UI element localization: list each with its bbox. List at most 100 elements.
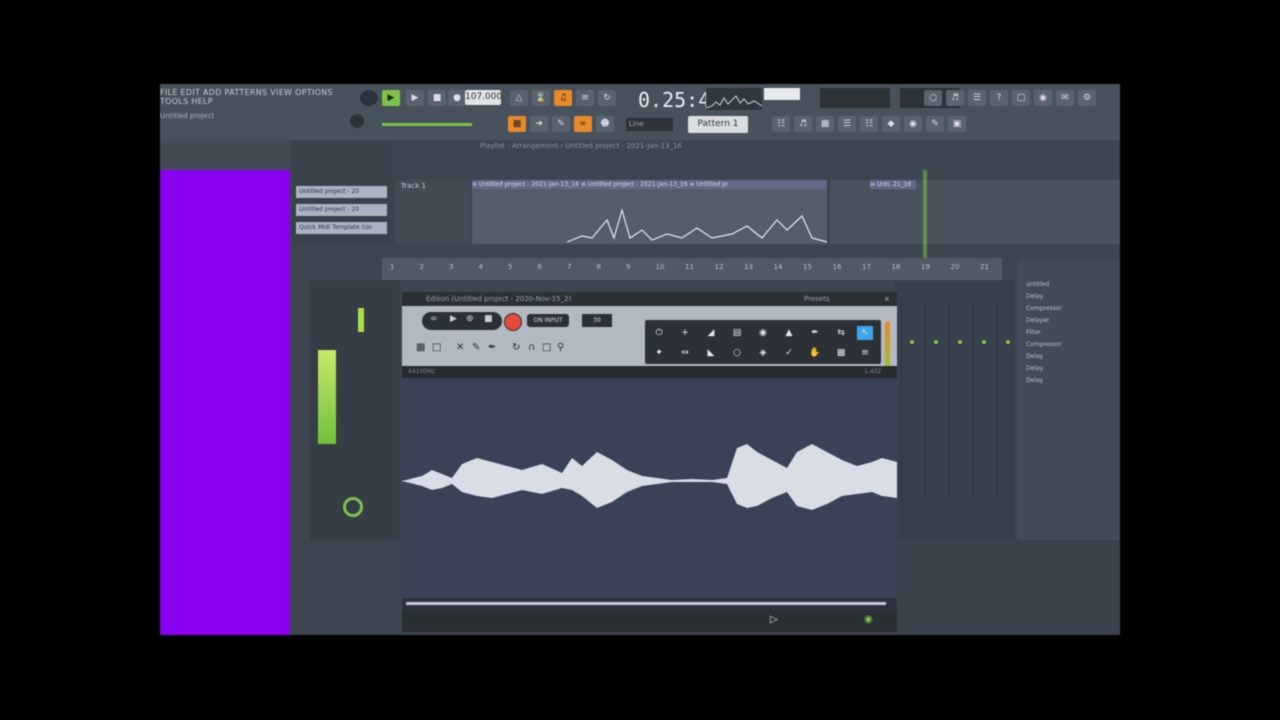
- mode-select[interactable]: 30: [582, 314, 612, 327]
- edison-title-bar[interactable]: Edison (Untitled project - 2020-Nov-15_2…: [402, 292, 897, 306]
- master-volume-knob[interactable]: [350, 114, 364, 128]
- speaker-icon[interactable]: ▷: [770, 614, 778, 625]
- piano-icon[interactable]: ♬: [794, 116, 812, 132]
- script-icon[interactable]: ✎: [926, 116, 944, 132]
- piano-roll-icon[interactable]: ♬: [946, 90, 964, 106]
- record-button[interactable]: [504, 313, 522, 331]
- record-icon[interactable]: ●: [448, 90, 466, 106]
- main-menu[interactable]: FILE EDIT ADD PATTERNS VIEW OPTIONS TOOL…: [160, 88, 350, 106]
- fx-slot[interactable]: Compressor: [1026, 304, 1116, 314]
- mixer-strip[interactable]: [997, 300, 1018, 500]
- pattern-selector[interactable]: Pattern 1: [688, 116, 748, 133]
- select-icon[interactable]: □: [542, 342, 551, 353]
- presets-label[interactable]: Presets: [804, 292, 829, 306]
- mixer-icon[interactable]: ☰: [968, 90, 986, 106]
- copy-icon[interactable]: □: [432, 342, 441, 353]
- channel-rack-icon[interactable]: ▦: [816, 116, 834, 132]
- hand-icon[interactable]: ✋: [807, 346, 823, 360]
- browser-list-icon[interactable]: ☷: [860, 116, 878, 132]
- loop-icon[interactable]: ∞: [430, 314, 438, 324]
- person-icon[interactable]: ☻: [596, 116, 614, 132]
- slide-icon[interactable]: ✎: [552, 116, 570, 132]
- play-icon[interactable]: ▶: [450, 314, 457, 324]
- track-header[interactable]: Track 1: [395, 180, 470, 244]
- mixer-strip[interactable]: [973, 300, 994, 500]
- routing-knob[interactable]: [343, 497, 363, 517]
- fx-slot[interactable]: Filter: [1026, 328, 1116, 338]
- mixer-strip[interactable]: [949, 300, 970, 500]
- cursor-icon[interactable]: ↖: [857, 326, 873, 340]
- touch-keyboard-icon[interactable]: ◉: [904, 116, 922, 132]
- play-icon[interactable]: ▶: [406, 90, 424, 106]
- fx-slot[interactable]: Compressor: [1026, 340, 1116, 350]
- chat-icon[interactable]: ✉: [1056, 90, 1074, 106]
- wait-icon[interactable]: ⌛: [532, 90, 550, 106]
- pencil-icon[interactable]: ✒: [488, 342, 496, 353]
- stop-icon[interactable]: ■: [484, 314, 493, 324]
- fx-slot[interactable]: Delay: [1026, 292, 1116, 302]
- timeline-ruler[interactable]: 1 2 3 4 5 6 7 8 9 10 11 12 13 14 15 16 17 18 19 20 21: [382, 258, 1002, 280]
- pattern-item[interactable]: Untitled project - 20: [296, 204, 387, 216]
- link-icon[interactable]: ∞: [574, 116, 592, 132]
- disk-icon[interactable]: ▦: [833, 346, 849, 360]
- link-icon[interactable]: ◉: [864, 614, 873, 625]
- playlist-icon[interactable]: ☷: [772, 116, 790, 132]
- fx-slot[interactable]: Delay: [1026, 352, 1116, 362]
- loop-record-icon[interactable]: ↻: [598, 90, 616, 106]
- overview-scrollbar[interactable]: [402, 598, 897, 610]
- refresh-icon[interactable]: ↻: [512, 342, 520, 353]
- metronome-icon[interactable]: △: [510, 90, 528, 106]
- fx-slot[interactable]: Delay: [1026, 376, 1116, 386]
- pattern-item[interactable]: Untitled project - 20: [296, 186, 387, 198]
- waveform-view[interactable]: [402, 378, 897, 598]
- fade-icon[interactable]: ◢: [703, 326, 719, 340]
- countdown-icon[interactable]: ♫: [554, 90, 572, 106]
- record-mode-select[interactable]: ON INPUT: [527, 314, 569, 327]
- tempo-display[interactable]: 107.000: [465, 90, 502, 105]
- close-icon[interactable]: ×: [884, 292, 890, 306]
- mixer-strip[interactable]: [925, 300, 946, 500]
- playlist-lower-grid[interactable]: [895, 540, 1120, 635]
- audio-clip[interactable]: ≡ Untitled project - 2021-Jan-13_16 ≡ Un…: [472, 180, 827, 244]
- playlist-grid[interactable]: ≡ Unti. 21_16: [830, 180, 1120, 244]
- fx-slot[interactable]: Delay: [1026, 364, 1116, 374]
- add-marker-icon[interactable]: +: [677, 326, 693, 340]
- power-icon[interactable]: ⏻: [651, 326, 667, 340]
- fx-slot[interactable]: Delayer: [1026, 316, 1116, 326]
- drop-icon[interactable]: ◈: [755, 346, 771, 360]
- pen-icon[interactable]: ✒: [807, 326, 823, 340]
- stop-icon[interactable]: ■: [428, 90, 446, 106]
- plugin-picker-icon[interactable]: ◆: [882, 116, 900, 132]
- snap-select[interactable]: Line: [626, 118, 673, 131]
- magnet-icon[interactable]: ∩: [528, 342, 535, 353]
- mode-switch-icon[interactable]: [360, 90, 378, 106]
- mic-icon[interactable]: ◉: [755, 326, 771, 340]
- transport-controls[interactable]: ∞ ▶ ⊕ ■: [422, 312, 502, 330]
- eq-icon[interactable]: ▲: [781, 326, 797, 340]
- blend-icon[interactable]: ≡: [576, 90, 594, 106]
- brush-icon[interactable]: ✓: [781, 346, 797, 360]
- help-icon[interactable]: ?: [990, 90, 1008, 106]
- split-icon[interactable]: ✦: [651, 346, 667, 360]
- cut-icon[interactable]: ✕: [456, 342, 464, 353]
- save-icon[interactable]: ▦: [416, 342, 425, 353]
- mixer-strip[interactable]: [901, 300, 922, 500]
- snap-icon[interactable]: ➜: [530, 116, 548, 132]
- fx-slot[interactable]: untitled: [1026, 280, 1116, 290]
- pattern-song-toggle[interactable]: ▶: [382, 90, 400, 106]
- mixer-fader-icon[interactable]: ☰: [838, 116, 856, 132]
- crosshair-icon[interactable]: ⊕: [466, 314, 474, 324]
- save-icon[interactable]: □: [1012, 90, 1030, 106]
- tools-icon[interactable]: ✎: [472, 342, 480, 353]
- browser-icon[interactable]: ○: [924, 90, 942, 106]
- menu-icon[interactable]: ≡: [857, 346, 873, 360]
- ramp-icon[interactable]: ◣: [703, 346, 719, 360]
- pattern-item[interactable]: Quick Midi Template (Un: [296, 222, 387, 234]
- stretch-icon[interactable]: ⇔: [677, 346, 693, 360]
- master-pitch-slider[interactable]: [382, 123, 472, 126]
- circle-icon[interactable]: ○: [729, 346, 745, 360]
- scroll-thumb[interactable]: [406, 602, 886, 605]
- camera-icon[interactable]: ▣: [948, 116, 966, 132]
- trim-icon[interactable]: ▤: [729, 326, 745, 340]
- loop-arrows-icon[interactable]: ⇆: [833, 326, 849, 340]
